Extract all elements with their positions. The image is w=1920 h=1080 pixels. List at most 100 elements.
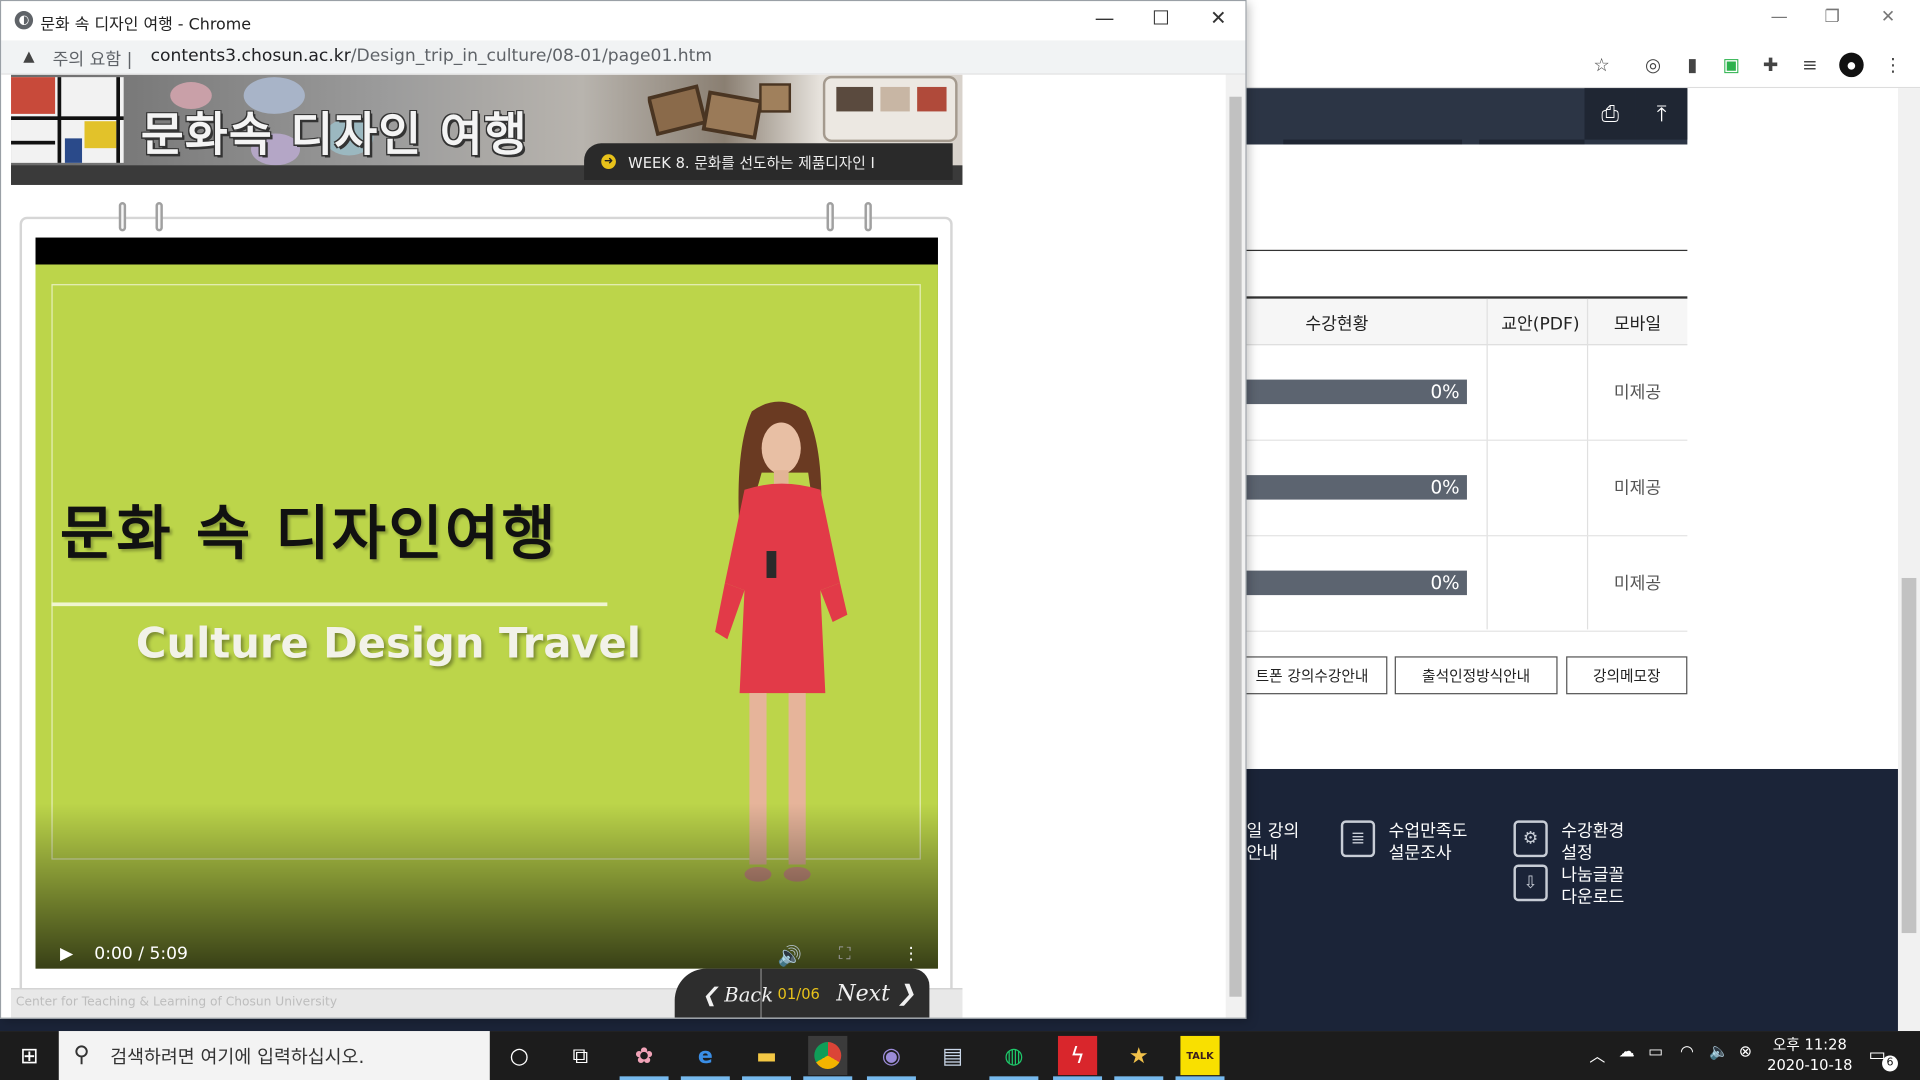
- ime-icon[interactable]: ⊗: [1739, 1043, 1752, 1061]
- header-tab[interactable]: [1283, 139, 1463, 145]
- header-pdf: 교안(PDF): [1501, 314, 1580, 335]
- footer-text: 나눔글꼴: [1561, 865, 1625, 886]
- active-indicator: [619, 1076, 669, 1080]
- binder-ring: [118, 202, 127, 232]
- bookmark-star-icon[interactable]: ☆: [1589, 53, 1613, 77]
- popup-address-bar[interactable]: ▲ 주의 요함 | contents3.chosun.ac.kr/Design_…: [1, 40, 1246, 75]
- scrollbar-thumb[interactable]: [1901, 577, 1917, 934]
- file-explorer-icon[interactable]: ▬: [747, 1036, 786, 1075]
- screen: — ❐ ✕ ☆ ◎ ▮ ▣ ✚ ≡ ● ⋮ ⎙ ⤒ 수강현황 교안(PDF) 모…: [0, 0, 1920, 1080]
- volume-icon[interactable]: 🔊: [778, 944, 802, 967]
- popup-title: 문화 속 디자인 여행 - Chrome: [40, 15, 252, 35]
- nav-separator: [760, 968, 762, 1018]
- edge-browser-icon[interactable]: e: [686, 1036, 725, 1075]
- chrome-browser-icon[interactable]: [808, 1035, 848, 1076]
- cortana-icon[interactable]: ○: [500, 1036, 539, 1075]
- footer-text: 안내: [1246, 843, 1279, 864]
- back-button[interactable]: ❮ Back: [702, 983, 774, 1006]
- battery-icon[interactable]: ▭: [1648, 1043, 1663, 1061]
- active-indicator: [989, 1076, 1039, 1080]
- popup-maximize-icon[interactable]: ☐: [1142, 6, 1179, 29]
- notepad-app-icon[interactable]: ▤: [933, 1036, 972, 1075]
- slide-title: 문화 속 디자인여행: [60, 499, 559, 569]
- print-icon[interactable]: ⎙: [1584, 88, 1636, 140]
- header-progress: 수강현황: [1305, 314, 1369, 335]
- footer-settings[interactable]: 수강환경 설정: [1561, 820, 1624, 864]
- scroll-top-icon[interactable]: ⤒: [1635, 88, 1688, 140]
- back-label: Back: [724, 983, 774, 1007]
- windows-start-icon[interactable]: ⊞: [0, 1031, 59, 1080]
- search-icon: ⚲: [73, 1042, 90, 1068]
- download-icon[interactable]: ⇩: [1513, 864, 1548, 902]
- clock-time: 오후 11:28: [1772, 1035, 1847, 1054]
- wifi-icon[interactable]: ◠: [1680, 1043, 1694, 1061]
- popup-minimize-icon[interactable]: —: [1086, 6, 1123, 29]
- popup-close-icon[interactable]: ✕: [1200, 6, 1237, 29]
- survey-list-icon[interactable]: ≣: [1340, 820, 1376, 858]
- onedrive-icon[interactable]: ☁: [1619, 1043, 1635, 1061]
- profile-avatar-icon[interactable]: ●: [1839, 52, 1864, 78]
- footer-lecture-guide[interactable]: 일 강의 안내: [1247, 820, 1300, 864]
- url-host: contents3.chosun.ac.kr: [150, 46, 351, 67]
- active-indicator: [680, 1076, 730, 1080]
- divider: [1246, 249, 1688, 252]
- crates-image: [647, 83, 792, 140]
- extensions-puzzle-icon[interactable]: ✚: [1758, 53, 1782, 77]
- paint-app-icon[interactable]: ✿: [624, 1036, 663, 1075]
- warning-triangle-icon[interactable]: ▲: [23, 48, 34, 65]
- star-app-icon[interactable]: ★: [1119, 1036, 1158, 1075]
- fullscreen-icon[interactable]: ⛶: [839, 944, 851, 964]
- footer-text: 설정: [1561, 843, 1593, 864]
- minimize-icon[interactable]: —: [1771, 7, 1788, 27]
- flash-app-icon[interactable]: ϟ: [1057, 1035, 1098, 1076]
- popup-scrollbar-thumb[interactable]: [1229, 96, 1242, 997]
- smartphone-guide-button[interactable]: 트폰 강의수강안내: [1236, 656, 1388, 695]
- mondrian-artwork: [11, 77, 124, 163]
- footer-survey[interactable]: 수업만족도 설문조사: [1389, 820, 1468, 864]
- settings-gear-icon[interactable]: ⚙: [1513, 820, 1548, 858]
- messenger-app-icon[interactable]: ◍: [994, 1036, 1033, 1075]
- active-indicator: [1114, 1076, 1164, 1080]
- more-options-icon[interactable]: ⋮: [902, 944, 919, 964]
- shelf-image: [822, 75, 958, 143]
- header-mobile: 모바일: [1613, 314, 1662, 335]
- tray-chevron-icon[interactable]: ︿: [1589, 1043, 1605, 1066]
- menu-kebab-icon[interactable]: ⋮: [1881, 53, 1905, 77]
- video-frame: 문화 속 디자인여행 Culture Design Travel: [35, 264, 938, 969]
- extension-info-icon[interactable]: ▮: [1680, 53, 1704, 77]
- close-icon[interactable]: ✕: [1881, 7, 1895, 27]
- taskbar-search-box[interactable]: ⚲ 검색하려면 여기에 입력하십시오.: [58, 1031, 490, 1080]
- media-queue-icon[interactable]: ≡: [1798, 53, 1822, 77]
- eclipse-app-icon[interactable]: ◉: [872, 1036, 911, 1075]
- attendance-guide-button[interactable]: 출석인정방식안내: [1394, 656, 1558, 695]
- next-button[interactable]: Next ❯: [836, 981, 915, 1007]
- clock-date: 2020-10-18: [1767, 1056, 1853, 1074]
- restore-icon[interactable]: ❐: [1825, 7, 1840, 27]
- taskbar-clock[interactable]: 오후 11:28 2020-10-18: [1763, 1035, 1856, 1077]
- play-icon[interactable]: ▶: [60, 944, 73, 964]
- lecture-memo-button[interactable]: 강의메모장: [1566, 656, 1688, 695]
- lesson-popup-window: ◐ 문화 속 디자인 여행 - Chrome — ☐ ✕ ▲ 주의 요함 | c…: [0, 0, 1247, 1019]
- mobile-status: 미제공: [1613, 478, 1662, 499]
- extension-circle-icon[interactable]: ◎: [1641, 53, 1665, 77]
- lecture-video-player[interactable]: 문화 속 디자인여행 Culture Design Travel ▶ 0:00 …: [35, 237, 938, 987]
- video-time: 0:00 / 5:09: [94, 944, 188, 964]
- binder-ring: [826, 202, 834, 232]
- active-indicator: [1053, 1076, 1103, 1080]
- header-tab[interactable]: [1479, 139, 1585, 145]
- binder-ring: [864, 202, 872, 232]
- popup-url[interactable]: contents3.chosun.ac.kr/Design_trip_in_cu…: [151, 47, 712, 67]
- page-scrollbar[interactable]: [1897, 88, 1920, 1032]
- footer-font-download[interactable]: 나눔글꼴 다운로드: [1561, 864, 1624, 908]
- footer-text: 수업만족도: [1388, 821, 1468, 842]
- lesson-page: 문화속 디자인 여행 ➜ WEEK 8. 문화를 선도하는 제품디자인 I 문화…: [1, 74, 1226, 1018]
- table-row: 0% 미제공: [1246, 536, 1688, 632]
- extension-screen-icon[interactable]: ▣: [1719, 53, 1743, 77]
- speaker-icon[interactable]: 🔈: [1709, 1043, 1729, 1061]
- search-placeholder: 검색하려면 여기에 입력하십시오.: [110, 1045, 365, 1068]
- kakaotalk-icon[interactable]: TALK: [1180, 1035, 1220, 1076]
- task-view-icon[interactable]: ⧉: [561, 1036, 600, 1075]
- security-warning-label[interactable]: 주의 요함 |: [53, 47, 133, 71]
- popup-scrollbar[interactable]: [1225, 74, 1246, 1018]
- slide-divider: [51, 602, 608, 607]
